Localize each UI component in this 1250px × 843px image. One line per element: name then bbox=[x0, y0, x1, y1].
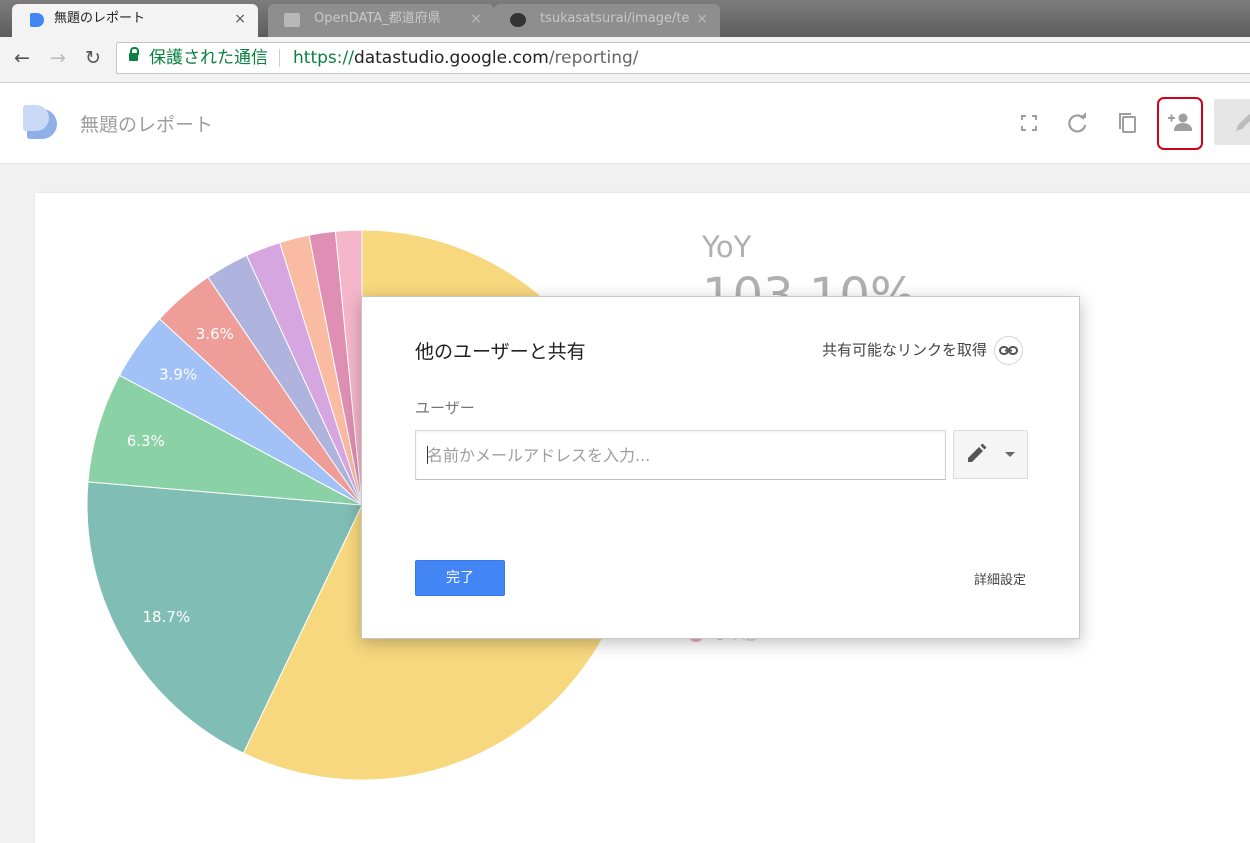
omnibox-divider bbox=[279, 49, 280, 67]
report-title[interactable]: 無題のレポート bbox=[80, 110, 213, 137]
url-scheme: https:// bbox=[293, 48, 354, 68]
link-icon[interactable] bbox=[994, 336, 1023, 365]
back-icon[interactable]: ← bbox=[10, 47, 34, 69]
copy-icon[interactable] bbox=[1112, 107, 1144, 139]
tab-title: tsukasatsurai/image/te bbox=[540, 11, 690, 26]
lock-icon bbox=[129, 47, 139, 61]
person-add-icon bbox=[1168, 113, 1192, 131]
tab-close-icon[interactable]: × bbox=[470, 4, 482, 34]
fullscreen-icon[interactable] bbox=[1013, 107, 1045, 139]
url-path: /reporting/ bbox=[548, 48, 639, 68]
tab-close-icon[interactable]: × bbox=[696, 4, 708, 34]
advanced-settings-link[interactable]: 詳細設定 bbox=[974, 569, 1026, 588]
browser-tab-inactive[interactable]: tsukasatsurai/image/te × bbox=[494, 4, 720, 37]
share-dialog: 他のユーザーと共有 共有可能なリンクを取得 ユーザー 完了 詳細設定 bbox=[361, 296, 1080, 639]
github-favicon-icon bbox=[510, 13, 526, 27]
app-header: 無題のレポート bbox=[0, 83, 1250, 164]
forward-icon[interactable]: → bbox=[46, 47, 70, 69]
pencil-icon bbox=[1236, 114, 1250, 131]
browser-tab-inactive[interactable]: OpenDATA_都道府県 × bbox=[268, 4, 494, 37]
browser-tab-active[interactable]: 無題のレポート × bbox=[12, 4, 258, 37]
scorecard-label: YoY bbox=[702, 230, 752, 264]
chevron-down-icon bbox=[1005, 452, 1015, 457]
tab-title: OpenDATA_都道府県 bbox=[314, 11, 441, 26]
get-shareable-link[interactable]: 共有可能なリンクを取得 bbox=[822, 339, 987, 360]
url-text: https://datastudio.google.com/reporting/ bbox=[293, 43, 639, 73]
permission-dropdown[interactable] bbox=[953, 430, 1028, 479]
tab-close-icon[interactable]: × bbox=[234, 4, 246, 34]
pie-slice-label: 6.3% bbox=[127, 432, 165, 450]
pie-slice-label: 18.7% bbox=[143, 608, 191, 626]
text-caret bbox=[427, 446, 428, 464]
secure-label: 保護された通信 bbox=[149, 48, 268, 68]
users-label: ユーザー bbox=[415, 399, 475, 417]
pie-slice-label: 3.9% bbox=[159, 365, 197, 383]
pencil-icon bbox=[968, 443, 987, 462]
page-favicon-icon bbox=[284, 13, 300, 27]
datastudio-favicon-icon bbox=[30, 13, 44, 27]
done-button[interactable]: 完了 bbox=[415, 560, 505, 596]
tab-title: 無題のレポート bbox=[54, 11, 146, 26]
address-bar[interactable]: 保護された通信 https://datastudio.google.com/re… bbox=[116, 42, 1250, 74]
browser-toolbar: ← → ↻ 保護された通信 https://datastudio.google.… bbox=[0, 37, 1250, 83]
edit-button[interactable] bbox=[1214, 99, 1250, 145]
user-email-input[interactable] bbox=[415, 430, 946, 480]
browser-tabstrip: 無題のレポート × OpenDATA_都道府県 × tsukasatsurai/… bbox=[0, 0, 1250, 37]
reload-icon[interactable]: ↻ bbox=[81, 47, 105, 69]
share-button[interactable] bbox=[1157, 97, 1203, 150]
pie-slice-label: 3.6% bbox=[196, 325, 234, 343]
dialog-title: 他のユーザーと共有 bbox=[415, 341, 586, 363]
datastudio-logo-icon[interactable] bbox=[23, 105, 57, 139]
url-host: datastudio.google.com bbox=[353, 48, 549, 68]
refresh-icon[interactable] bbox=[1062, 107, 1094, 139]
